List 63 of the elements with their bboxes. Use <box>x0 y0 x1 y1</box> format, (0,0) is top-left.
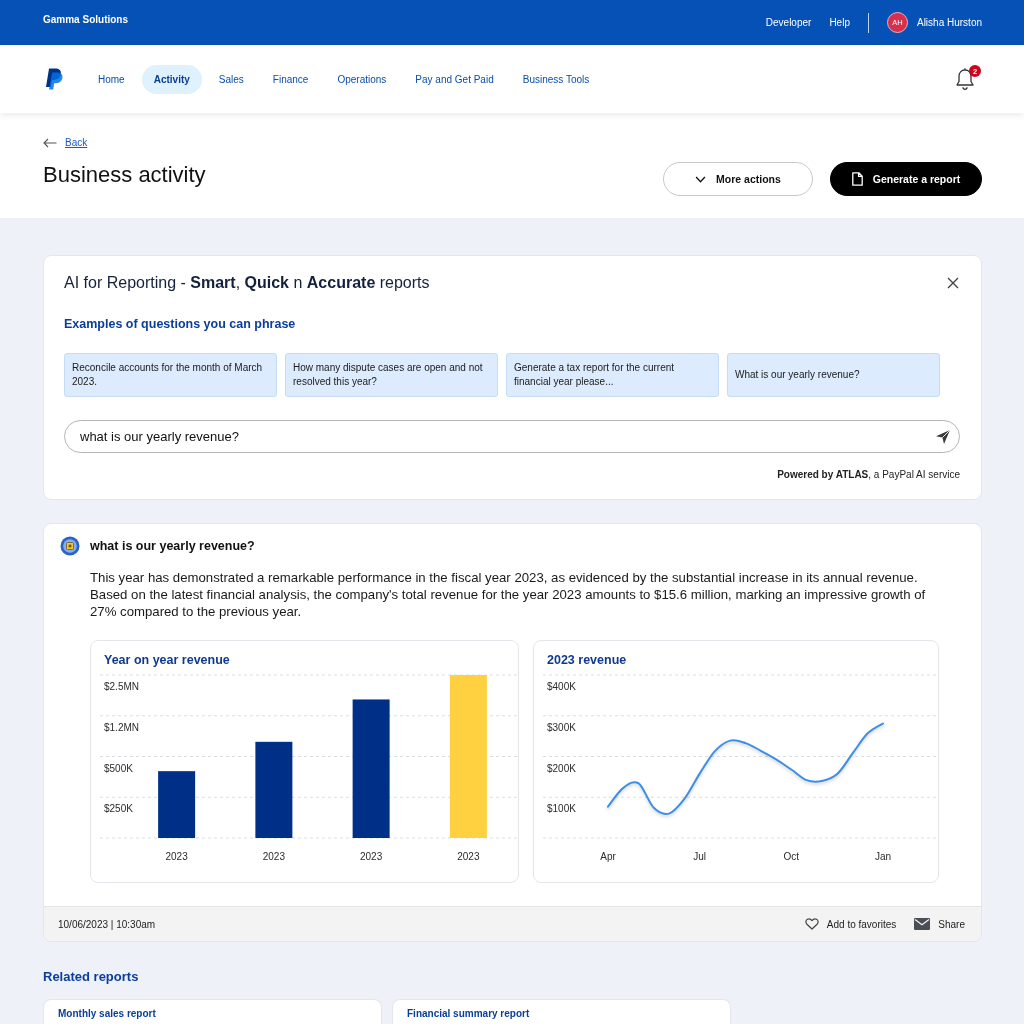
nav-tab[interactable]: Activity <box>141 64 202 94</box>
powered-by-note: Powered by ATLAS, a PayPal AI service <box>777 469 960 481</box>
x-axis-label: Apr <box>600 851 616 862</box>
examples-heading: Examples of questions you can phrase <box>64 316 296 332</box>
send-button[interactable] <box>934 428 951 445</box>
y-axis-label: $2.5MN <box>104 681 139 692</box>
y-axis-label: $1.2MN <box>104 721 139 733</box>
heart-icon <box>804 918 819 930</box>
y-axis-label: $200K <box>547 762 576 774</box>
answer-text: This year has demonstrated a remarkable performance in the fiscal year 2023, as evidenced by the substantial increase in its annual revenue. Based on the latest financial analysis, the company's total revenue for the year 2023 amounts to $15.6 million, marking an impressive growth of 27% compared to the previous year. <box>90 569 927 620</box>
envelope-icon <box>914 918 931 930</box>
suggestion-chip[interactable]: How many dispute cases are open and not resolved this year? <box>285 353 498 397</box>
x-axis-label: Jan <box>874 851 892 862</box>
question-text: what is our yearly revenue? <box>90 539 255 553</box>
nav-tab[interactable]: Operations <box>325 64 399 94</box>
bell-icon[interactable] <box>954 67 976 91</box>
y-axis-label: $300K <box>547 721 576 733</box>
company-name: Gamma Solutions <box>43 14 128 25</box>
section-heading: Related reports <box>43 969 139 985</box>
report-card[interactable]: Financial summary report <box>392 999 731 1024</box>
top-link[interactable]: Help <box>829 17 850 28</box>
top-link[interactable]: Developer <box>765 17 812 28</box>
send-icon <box>934 428 951 445</box>
x-axis-label: 2023 <box>165 851 188 862</box>
nav-tab[interactable]: Home <box>86 64 137 94</box>
x-axis-label: Jul <box>693 851 707 862</box>
back-link[interactable]: Back <box>43 136 88 150</box>
y-axis-label: $100K <box>547 803 576 815</box>
document-icon <box>851 172 863 186</box>
query-field[interactable]: what is our yearly revenue? <box>64 420 960 453</box>
report-card[interactable]: Monthly sales report <box>43 999 382 1024</box>
timestamp: 10/06/2023 | 10:30am <box>58 918 156 930</box>
report-title: Financial summary report <box>407 1008 530 1020</box>
arrow-left-icon <box>43 138 57 148</box>
nav-tab[interactable]: Business Tools <box>510 64 602 94</box>
favorite-button[interactable]: Add to favorites <box>804 918 897 930</box>
report-title: Monthly sales report <box>58 1008 156 1020</box>
suggestion-chip[interactable]: Generate a tax report for the current financial year please... <box>506 353 719 397</box>
page-title: Business activity <box>43 162 206 188</box>
share-button[interactable]: Share <box>914 918 965 930</box>
nav-tab[interactable]: Pay and Get Paid <box>403 64 506 94</box>
y-axis-label: $500K <box>104 762 133 774</box>
suggestion-chip[interactable]: What is our yearly revenue? <box>727 353 940 397</box>
close-button[interactable] <box>946 276 960 290</box>
x-axis-label: 2023 <box>360 851 383 862</box>
dropdown-button[interactable]: More actions <box>663 162 813 196</box>
chart-title: Year on year revenue <box>104 652 230 669</box>
bot-badge-icon <box>60 536 80 556</box>
nav-tab[interactable]: Finance <box>260 64 321 94</box>
chart-title: 2023 revenue <box>547 652 627 669</box>
close-icon <box>947 277 959 289</box>
y-axis-label: $250K <box>104 803 133 815</box>
chevron-down-icon <box>695 175 707 183</box>
x-axis-label: 2023 <box>262 851 285 862</box>
y-axis-label: $400K <box>547 681 576 692</box>
nav-tab[interactable]: Sales <box>206 64 256 94</box>
user-name[interactable]: Alisha Hurston <box>916 17 982 28</box>
suggestion-chip[interactable]: Reconcile accounts for the month of March 2023. <box>64 353 277 397</box>
report-button[interactable]: Generate a report <box>830 162 982 196</box>
x-axis-label: Oct <box>783 851 800 862</box>
logo-icon[interactable] <box>46 68 63 90</box>
x-axis-label: 2023 <box>457 851 480 862</box>
panel-title: AI for Reporting - Smart, Quick n Accurate reports <box>64 273 430 293</box>
